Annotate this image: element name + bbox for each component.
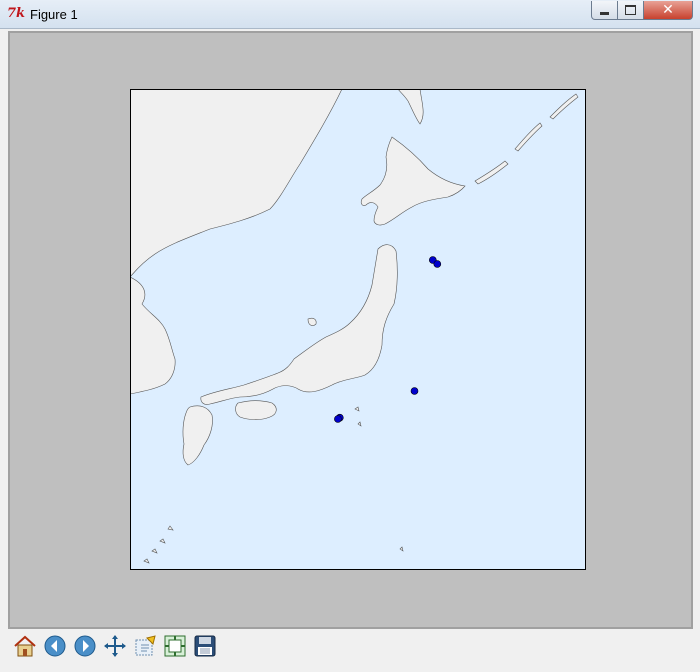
forward-arrow-icon bbox=[74, 635, 96, 657]
back-button[interactable] bbox=[41, 632, 69, 660]
minimize-button[interactable] bbox=[591, 1, 618, 20]
forward-button[interactable] bbox=[71, 632, 99, 660]
configure-subplots-button[interactable] bbox=[161, 632, 189, 660]
map-axes[interactable] bbox=[130, 89, 586, 570]
location-marker bbox=[334, 415, 342, 423]
close-button[interactable]: ✕ bbox=[643, 1, 693, 20]
title-bar[interactable]: 7k Figure 1 ✕ bbox=[0, 0, 700, 29]
figure-window: 7k Figure 1 ✕ bbox=[0, 0, 700, 672]
maximize-icon bbox=[625, 5, 636, 15]
location-marker bbox=[433, 260, 442, 268]
minimize-icon bbox=[600, 11, 609, 15]
subplots-icon bbox=[164, 635, 186, 657]
maximize-button[interactable] bbox=[617, 1, 644, 20]
back-arrow-icon bbox=[44, 635, 66, 657]
pan-icon bbox=[104, 635, 126, 657]
save-icon bbox=[194, 635, 216, 657]
tk-icon: 7k bbox=[7, 6, 26, 21]
location-marker bbox=[410, 387, 419, 395]
home-icon bbox=[14, 635, 36, 657]
zoom-icon bbox=[135, 635, 156, 656]
save-button[interactable] bbox=[191, 632, 219, 660]
close-icon: ✕ bbox=[662, 2, 674, 18]
window-title: Figure 1 bbox=[30, 7, 78, 22]
shikoku bbox=[235, 400, 277, 420]
home-button[interactable] bbox=[11, 632, 39, 660]
navigation-toolbar bbox=[0, 630, 700, 672]
pan-button[interactable] bbox=[101, 632, 129, 660]
zoom-button[interactable] bbox=[131, 632, 159, 660]
